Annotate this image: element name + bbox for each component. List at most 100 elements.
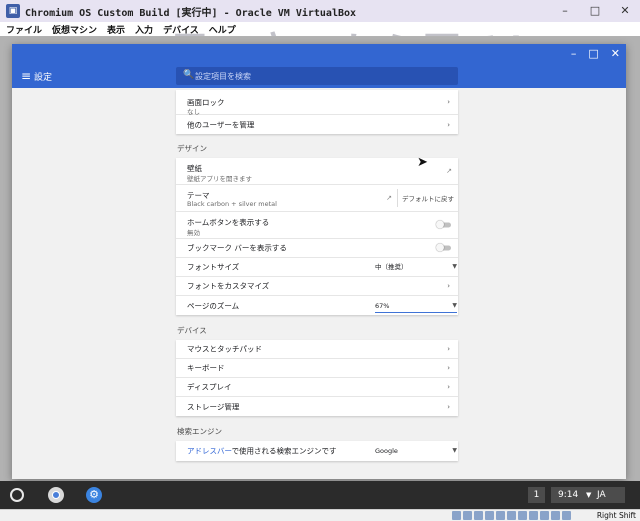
status-tray[interactable]: 9:14 ▼ JA: [551, 487, 625, 503]
font-size-label: フォントサイズ: [187, 262, 240, 272]
window-frame-top: – □ ✕: [12, 44, 626, 64]
menu-machine[interactable]: 仮想マシン: [52, 23, 97, 36]
reset-theme-button[interactable]: デフォルトに戻す: [402, 193, 454, 203]
chevron-right-icon: ›: [447, 345, 450, 353]
window-close-icon[interactable]: ✕: [611, 47, 620, 61]
mouse-touchpad-row[interactable]: マウスとタッチパッド ›: [176, 340, 458, 359]
chevron-right-icon: ›: [447, 364, 450, 372]
page-title: 設定: [34, 73, 53, 83]
bookmark-bar-row[interactable]: ブックマーク バーを表示する: [176, 239, 458, 258]
screen-lock-row[interactable]: 画面ロック なし ›: [176, 90, 458, 116]
launcher-icon[interactable]: [10, 488, 24, 502]
search-engine-label-rest: で使用される検索エンジンです: [231, 446, 337, 456]
design-card: 壁紙 壁紙アプリを開きます ↗ テーマ Black carbon + silve…: [176, 158, 458, 315]
mouse-touchpad-label: マウスとタッチパッド: [187, 344, 262, 354]
search-engine-label: アドレスバーで使用される検索エンジンです: [187, 446, 337, 457]
keyboard-row[interactable]: キーボード ›: [176, 359, 458, 378]
settings-app-icon[interactable]: ⚙: [86, 487, 102, 503]
keyboard-capture-icon[interactable]: [562, 511, 571, 520]
dropdown-caret-icon: ▼: [452, 263, 457, 270]
external-link-icon: ↗: [446, 167, 452, 175]
page-zoom-row: ページのズーム 67% ▼: [176, 296, 458, 315]
bookmark-bar-label: ブックマーク バーを表示する: [187, 243, 287, 253]
network-adapter-icon[interactable]: [485, 511, 494, 520]
display-row[interactable]: ディスプレイ ›: [176, 378, 458, 397]
mouse-integration-icon[interactable]: [551, 511, 560, 520]
toggle-knob: [436, 220, 444, 229]
theme-divider: [397, 189, 398, 207]
manage-users-row[interactable]: 他のユーザーを管理 ›: [176, 115, 458, 134]
settings-search-box[interactable]: 🔍: [176, 67, 458, 85]
cpu-icon[interactable]: [540, 511, 549, 520]
theme-sub: Black carbon + silver metal: [187, 200, 277, 208]
settings-window: – □ ✕ ≡ 設定 🔍 画面ロック なし › 他のユーザーを: [12, 44, 626, 479]
recording-icon[interactable]: [529, 511, 538, 520]
keyboard-label: キーボード: [187, 363, 225, 373]
display-icon[interactable]: [518, 511, 527, 520]
menu-view[interactable]: 表示: [107, 23, 125, 36]
vbox-app-icon: ▣: [6, 4, 20, 18]
page-zoom-label: ページのズーム: [187, 301, 240, 310]
chevron-right-icon: ›: [447, 120, 450, 129]
input-language: JA: [597, 490, 606, 500]
page-zoom-value: 67%: [375, 301, 390, 310]
manage-users-label: 他のユーザーを管理: [187, 120, 255, 129]
device-card: マウスとタッチパッド › キーボード › ディスプレイ › ストレージ管理 ›: [176, 340, 458, 416]
audio-icon[interactable]: [474, 511, 483, 520]
font-size-select[interactable]: 中（推奨） ▼: [375, 260, 457, 274]
vbox-window-controls: – □ ✕: [550, 0, 640, 22]
home-button-state: 無効: [187, 229, 200, 237]
guest-screen: – □ ✕ ≡ 設定 🔍 画面ロック なし › 他のユーザーを: [0, 36, 640, 481]
chevron-right-icon: ›: [447, 282, 450, 290]
wallpaper-row[interactable]: 壁紙 壁紙アプリを開きます ↗: [176, 158, 458, 185]
close-icon[interactable]: ✕: [610, 0, 640, 22]
menu-input[interactable]: 入力: [135, 23, 153, 36]
vbox-status-bar: Right Shift: [0, 509, 640, 521]
search-engine-select[interactable]: Google ▼: [375, 444, 457, 458]
home-button-toggle[interactable]: [436, 220, 451, 229]
hard-disk-icon[interactable]: [452, 511, 461, 520]
address-bar-link[interactable]: アドレスバー: [187, 447, 232, 456]
clock: 9:14: [558, 490, 579, 500]
external-link-icon[interactable]: ↗: [386, 194, 392, 202]
home-button-row[interactable]: ホームボタンを表示する 無効: [176, 212, 458, 239]
dropdown-caret-icon: ▼: [452, 447, 457, 454]
search-engine-section-heading: 検索エンジン: [177, 427, 222, 436]
shared-folder-icon[interactable]: [507, 511, 516, 520]
settings-header: ≡ 設定 🔍: [12, 64, 626, 88]
customize-fonts-label: フォントをカスタマイズ: [187, 281, 270, 291]
menu-file[interactable]: ファイル: [6, 23, 42, 36]
theme-row[interactable]: テーマ Black carbon + silver metal ↗ デフォルトに…: [176, 185, 458, 212]
display-label: ディスプレイ: [187, 382, 232, 392]
storage-label: ストレージ管理: [187, 402, 240, 411]
notification-count-badge[interactable]: 1: [528, 487, 545, 503]
customize-fonts-row[interactable]: フォントをカスタマイズ ›: [176, 277, 458, 296]
menu-devices[interactable]: デバイス: [163, 23, 199, 36]
menu-help[interactable]: ヘルプ: [209, 23, 236, 36]
search-input[interactable]: [195, 69, 450, 83]
device-section-heading: デバイス: [177, 326, 207, 335]
chromium-app-icon[interactable]: [48, 487, 64, 503]
vbox-device-icons: [452, 511, 573, 520]
bookmark-bar-toggle[interactable]: [436, 243, 451, 252]
maximize-icon[interactable]: □: [580, 0, 610, 22]
settings-window-controls: – □ ✕: [559, 47, 620, 61]
chevron-right-icon: ›: [447, 98, 450, 106]
storage-row[interactable]: ストレージ管理 ›: [176, 397, 458, 416]
window-minimize-icon[interactable]: –: [571, 47, 577, 61]
optical-drive-icon[interactable]: [463, 511, 472, 520]
window-maximize-icon[interactable]: □: [588, 47, 598, 61]
toggle-knob: [436, 243, 444, 252]
hamburger-menu-icon[interactable]: ≡: [21, 69, 31, 83]
search-engine-value: Google: [375, 447, 398, 455]
vbox-window-title: Chromium OS Custom Build [実行中] - Oracle …: [25, 7, 357, 19]
font-size-row: フォントサイズ 中（推奨） ▼: [176, 258, 458, 277]
usb-icon[interactable]: [496, 511, 505, 520]
vbox-menubar: ファイル 仮想マシン 表示 入力 デバイス ヘルプ: [0, 22, 640, 36]
page-zoom-select[interactable]: 67% ▼: [375, 299, 457, 313]
vbox-titlebar: ▣ Chromium OS Custom Build [実行中] - Oracl…: [0, 0, 640, 22]
chevron-right-icon: ›: [447, 402, 450, 411]
search-engine-card: アドレスバーで使用される検索エンジンです Google ▼: [176, 441, 458, 461]
wallpaper-sub: 壁紙アプリを開きます: [187, 175, 252, 183]
minimize-icon[interactable]: –: [550, 0, 580, 22]
